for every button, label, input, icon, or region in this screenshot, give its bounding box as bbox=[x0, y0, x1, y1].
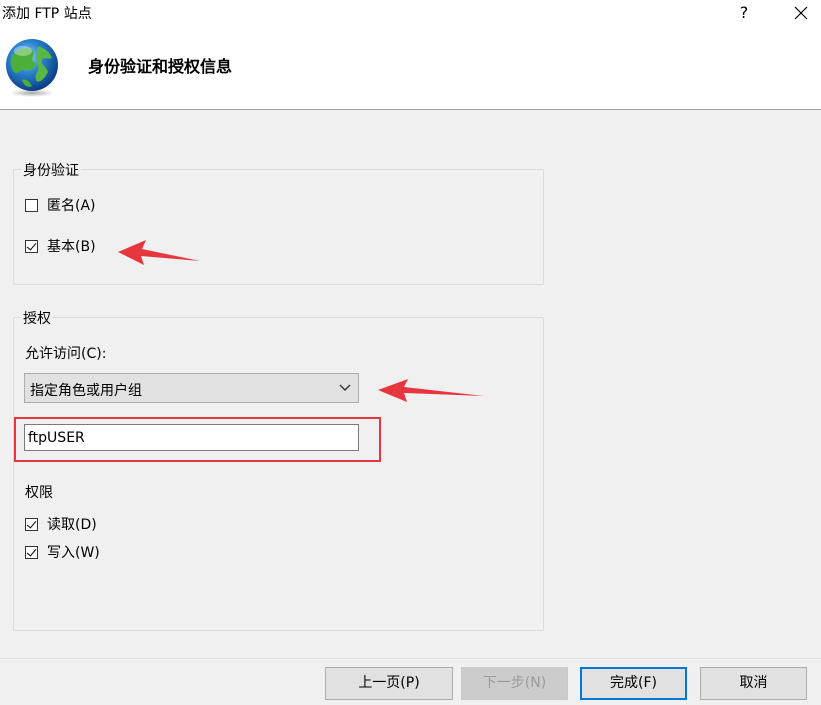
read-checkbox-row[interactable]: 读取(D) bbox=[25, 514, 97, 534]
basic-label: 基本(B) bbox=[47, 239, 96, 255]
next-button[interactable]: 下一步(N) bbox=[461, 667, 568, 700]
basic-checkbox-row[interactable]: 基本(B) bbox=[25, 236, 96, 256]
anonymous-checkbox[interactable] bbox=[25, 198, 38, 212]
finish-button[interactable]: 完成(F) bbox=[580, 667, 687, 700]
authentication-group bbox=[13, 169, 544, 285]
anonymous-checkbox-row[interactable]: 匿名(A) bbox=[25, 195, 96, 215]
read-checkbox[interactable] bbox=[25, 517, 38, 531]
authentication-legend: 身份验证 bbox=[21, 160, 81, 180]
close-button[interactable] bbox=[785, 0, 817, 26]
users-input[interactable] bbox=[24, 424, 359, 451]
chevron-down-icon bbox=[339, 384, 351, 391]
wizard-footer: 上一页(P) 下一步(N) 完成(F) 取消 bbox=[0, 658, 821, 705]
basic-checkbox[interactable] bbox=[25, 239, 38, 253]
anonymous-label: 匿名(A) bbox=[47, 198, 96, 214]
previous-button[interactable]: 上一页(P) bbox=[325, 667, 453, 700]
window-title: 添加 FTP 站点 bbox=[2, 6, 92, 22]
help-button[interactable]: ? bbox=[732, 0, 756, 26]
write-checkbox[interactable] bbox=[25, 545, 38, 559]
annotation-arrow-basic bbox=[118, 240, 200, 265]
globe-icon bbox=[6, 39, 58, 97]
title-bar: 添加 FTP 站点 ? bbox=[0, 0, 821, 26]
authorization-group bbox=[13, 317, 544, 631]
write-label: 写入(W) bbox=[47, 545, 100, 561]
authorization-legend: 授权 bbox=[21, 308, 53, 328]
page-title: 身份验证和授权信息 bbox=[88, 57, 233, 76]
allow-access-label: 允许访问(C): bbox=[25, 346, 107, 362]
add-ftp-site-dialog: 添加 FTP 站点 ? 身份验证和授权信息 身份验证 匿名(A) 基本(B) 授… bbox=[0, 0, 821, 705]
permissions-label: 权限 bbox=[25, 485, 53, 501]
read-label: 读取(D) bbox=[47, 517, 97, 533]
annotation-arrow-select bbox=[378, 379, 484, 402]
allow-access-value: 指定角色或用户组 bbox=[30, 383, 142, 399]
close-icon bbox=[794, 6, 808, 20]
wizard-header: 身份验证和授权信息 bbox=[0, 26, 821, 110]
write-checkbox-row[interactable]: 写入(W) bbox=[25, 542, 100, 562]
allow-access-select[interactable]: 指定角色或用户组 bbox=[24, 373, 359, 403]
cancel-button[interactable]: 取消 bbox=[700, 667, 807, 700]
